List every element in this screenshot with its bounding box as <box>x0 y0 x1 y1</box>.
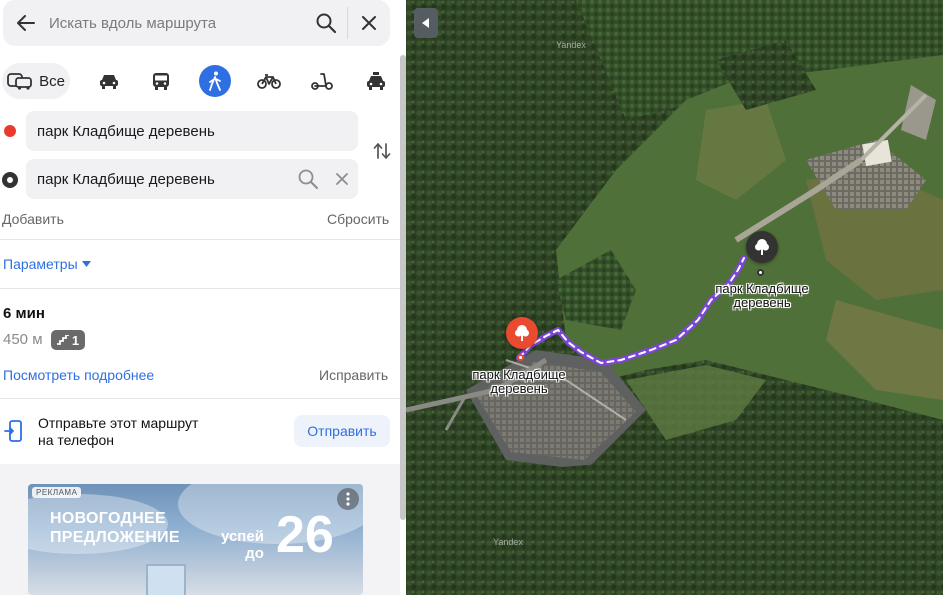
clear-icon[interactable] <box>336 173 348 185</box>
end-label-line2: деревень <box>733 295 791 310</box>
mode-scooter-button[interactable] <box>307 63 337 99</box>
transport-modes: Все <box>2 63 397 99</box>
start-label-line2: деревень <box>490 381 548 396</box>
search-icon <box>316 13 336 33</box>
send-text-line2: на телефон <box>38 432 114 448</box>
end-point-marker <box>2 172 18 188</box>
route-to-actions <box>298 159 348 199</box>
tree-icon <box>755 239 769 255</box>
close-icon <box>362 16 376 30</box>
ad-small1: успей <box>221 528 264 545</box>
ad-banner[interactable]: РЕКЛАМА НОВОГОДНЕЕ ПРЕДЛОЖЕНИЕ успей до … <box>28 484 363 595</box>
send-text-line1: Отправьте этот маршрут <box>38 415 199 431</box>
arrow-left-icon <box>17 15 35 31</box>
mode-walk-button[interactable] <box>199 65 231 97</box>
ad-menu-button[interactable] <box>337 488 359 510</box>
route-from-value: парк Кладбище деревень <box>37 122 215 140</box>
params-label: Параметры <box>3 256 78 272</box>
more-vertical-icon <box>346 492 350 506</box>
back-button[interactable] <box>3 0 49 46</box>
all-transport-icon <box>7 73 32 90</box>
taxi-icon <box>367 72 385 90</box>
send-to-phone-button[interactable]: Отправить <box>294 415 390 447</box>
mode-bus-button[interactable] <box>146 63 176 99</box>
end-pin-point <box>757 269 764 276</box>
route-panel: Искать вдоль маршрута Все парк Кладбище … <box>0 0 406 595</box>
swap-arrows-icon <box>373 143 391 159</box>
collapse-panel-button[interactable] <box>414 8 438 38</box>
search-button[interactable] <box>305 0 347 46</box>
send-to-phone-text: Отправьте этот маршрут на телефон <box>38 415 198 449</box>
close-button[interactable] <box>348 0 390 46</box>
map-watermark: Yandex <box>556 40 586 50</box>
search-input[interactable]: Искать вдоль маршрута <box>49 15 305 32</box>
stairs-badge: 1 <box>51 330 85 350</box>
ad-badge: РЕКЛАМА <box>32 487 82 498</box>
ad-small-text: успей до <box>221 528 264 562</box>
details-link[interactable]: Посмотреть подробнее <box>3 367 154 383</box>
ad-line2: ПРЕДЛОЖЕНИЕ <box>50 529 180 546</box>
route-from-field[interactable]: парк Кладбище деревень <box>26 111 358 151</box>
mode-all-button[interactable]: Все <box>2 63 70 99</box>
mode-bike-button[interactable] <box>254 63 284 99</box>
scooter-icon <box>311 73 333 90</box>
app-root: Искать вдоль маршрута Все парк Кладбище … <box>0 0 943 595</box>
route-to-value: парк Кладбище деревень <box>37 170 215 188</box>
ad-headline: НОВОГОДНЕЕ ПРЕДЛОЖЕНИЕ <box>50 509 180 547</box>
mode-taxi-button[interactable] <box>361 63 391 99</box>
bicycle-icon <box>257 74 281 89</box>
divider <box>0 398 400 399</box>
ad-building-graphic <box>146 564 186 595</box>
stairs-count: 1 <box>71 332 80 348</box>
mode-car-button[interactable] <box>94 63 124 99</box>
search-icon[interactable] <box>298 169 318 189</box>
start-pin[interactable] <box>506 317 538 349</box>
car-icon <box>100 75 118 89</box>
start-label-line1: парк Кладбище <box>472 367 566 382</box>
start-point-marker <box>4 125 16 137</box>
add-point-button[interactable]: Добавить <box>2 211 64 227</box>
route-to-field[interactable]: парк Кладбище деревень <box>26 159 358 199</box>
start-pin-point <box>517 354 524 361</box>
swap-points-button[interactable] <box>372 141 392 161</box>
route-distance: 450 м <box>3 331 43 348</box>
params-toggle[interactable]: Параметры <box>3 256 91 272</box>
start-map-label: парк Кладбище деревень <box>464 368 574 396</box>
map-view[interactable]: Yandex Yandex парк Кладбище деревень пар… <box>406 0 943 595</box>
pedestrian-icon <box>209 71 221 91</box>
mode-all-label: Все <box>39 72 65 90</box>
ad-line1: НОВОГОДНЕЕ <box>50 510 166 527</box>
caret-down-icon <box>81 260 91 267</box>
fix-link[interactable]: Исправить <box>319 367 388 383</box>
divider <box>0 239 400 240</box>
divider <box>0 288 400 289</box>
ad-cloud <box>178 484 363 544</box>
reset-button[interactable]: Сбросить <box>327 211 389 227</box>
ad-small2: до <box>245 545 264 562</box>
triangle-left-icon <box>422 18 429 28</box>
ad-big-number: 26 <box>276 506 334 564</box>
end-pin[interactable] <box>746 231 778 263</box>
route-search-bar: Искать вдоль маршрута <box>3 0 390 46</box>
end-map-label: парк Кладбище деревень <box>706 282 818 310</box>
end-label-line1: парк Кладбище <box>715 281 809 296</box>
stairs-icon <box>56 335 69 345</box>
map-watermark: Yandex <box>493 537 523 547</box>
bus-icon <box>153 73 169 90</box>
tree-icon <box>515 325 529 341</box>
route-time: 6 мин <box>3 305 45 322</box>
satellite-map <box>406 0 943 595</box>
phone-send-icon <box>4 420 22 442</box>
